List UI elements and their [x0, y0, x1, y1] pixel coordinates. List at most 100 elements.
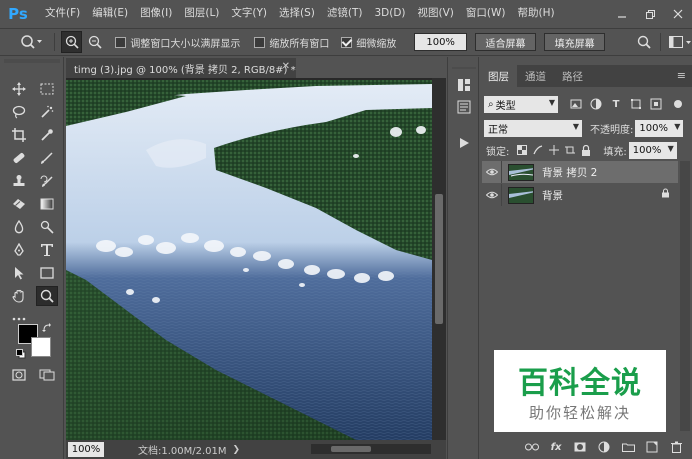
zoom-out-icon[interactable] — [84, 31, 105, 53]
properties-panel-icon[interactable] — [454, 97, 474, 117]
tab-channels[interactable]: 通道 — [517, 65, 554, 87]
lock-position-icon[interactable] — [547, 142, 561, 158]
scrubby-zoom-checkbox[interactable]: 细微缩放 — [341, 35, 396, 50]
default-colors-icon[interactable] — [16, 349, 26, 359]
tab-layers[interactable]: 图层 — [480, 65, 517, 87]
menu-help[interactable]: 帮助(H) — [512, 0, 561, 27]
quick-mask-icon[interactable] — [8, 365, 30, 385]
crop-tool-icon[interactable] — [8, 125, 30, 145]
filter-adjustment-icon[interactable] — [588, 96, 604, 112]
lock-image-icon[interactable] — [531, 142, 545, 158]
tab-close-icon[interactable]: ✕ — [282, 61, 290, 72]
background-color-swatch[interactable] — [31, 337, 51, 357]
zoom-tool-icon[interactable] — [36, 286, 58, 306]
document-tab[interactable]: timg (3).jpg @ 100% (背景 拷贝 2, RGB/8#) * … — [66, 58, 296, 78]
new-adjustment-layer-icon[interactable] — [596, 439, 612, 455]
status-menu-arrow-icon[interactable]: ❯ — [233, 445, 241, 455]
restore-icon[interactable] — [636, 0, 664, 27]
filter-toggle-icon[interactable] — [670, 96, 686, 112]
opacity-field[interactable]: 100% ▼ — [635, 119, 684, 137]
clone-stamp-tool-icon[interactable] — [8, 171, 30, 191]
rectangle-tool-icon[interactable] — [36, 263, 58, 283]
marquee-tool-icon[interactable] — [36, 79, 58, 99]
pen-tool-icon[interactable] — [8, 240, 30, 260]
play-actions-icon[interactable] — [454, 133, 474, 153]
zoom-value-field[interactable]: 100% — [414, 33, 467, 51]
layer-row[interactable]: 背景 拷贝 2 — [482, 161, 678, 183]
hand-tool-icon[interactable] — [8, 286, 30, 306]
lock-transparent-icon[interactable] — [515, 142, 529, 158]
horizontal-scrollbar[interactable] — [311, 444, 431, 454]
screen-mode-icon[interactable] — [36, 365, 58, 385]
resize-windows-checkbox[interactable]: 调整窗口大小以满屏显示 — [115, 35, 240, 50]
tab-paths[interactable]: 路径 — [554, 65, 591, 87]
swap-colors-icon[interactable] — [42, 323, 52, 333]
zoom-all-checkbox[interactable]: 缩放所有窗口 — [254, 35, 329, 50]
scrubby-zoom-box[interactable] — [341, 36, 353, 48]
separator — [660, 33, 662, 51]
document-canvas[interactable] — [66, 80, 432, 440]
document-tab-title: timg (3).jpg @ 100% (背景 拷贝 2, RGB/8#) * — [74, 64, 296, 76]
fill-field[interactable]: 100% ▼ — [628, 141, 677, 159]
menu-select[interactable]: 选择(S) — [273, 0, 321, 27]
magic-wand-tool-icon[interactable] — [36, 102, 58, 122]
filter-type-icon[interactable]: T — [608, 96, 624, 112]
filter-shape-icon[interactable] — [628, 96, 644, 112]
vertical-scroll-thumb[interactable] — [435, 194, 443, 324]
minimize-icon[interactable] — [608, 0, 636, 27]
blend-mode-select[interactable]: 正常 ▼ — [484, 119, 582, 137]
zoom-level-field[interactable]: 100% — [68, 442, 104, 457]
fill-screen-button[interactable]: 填充屏幕 — [544, 33, 606, 51]
layer-row[interactable]: 背景 — [482, 184, 678, 206]
lock-artboard-icon[interactable] — [563, 142, 577, 158]
fit-screen-button[interactable]: 适合屏幕 — [474, 33, 537, 51]
add-mask-icon[interactable] — [572, 439, 588, 455]
delete-layer-icon[interactable] — [668, 439, 684, 455]
chevron-down-icon: ▼ — [667, 143, 674, 153]
filter-pixel-icon[interactable] — [568, 96, 584, 112]
vertical-scrollbar[interactable] — [432, 78, 446, 440]
zoom-all-box[interactable] — [254, 36, 266, 48]
resize-windows-box[interactable] — [115, 36, 127, 48]
eye-icon[interactable] — [482, 184, 502, 206]
menu-filter[interactable]: 滤镜(T) — [321, 0, 369, 27]
lock-all-icon[interactable] — [579, 142, 593, 158]
eyedropper-tool-icon[interactable] — [36, 125, 58, 145]
menu-layer[interactable]: 图层(L) — [178, 0, 225, 27]
menu-type[interactable]: 文字(Y) — [225, 0, 273, 27]
workspace-icon[interactable] — [667, 31, 692, 53]
horizontal-scroll-thumb[interactable] — [331, 446, 371, 452]
close-icon[interactable] — [664, 0, 692, 27]
healing-brush-tool-icon[interactable] — [8, 148, 30, 168]
layers-scrollbar[interactable] — [680, 161, 690, 431]
new-group-icon[interactable] — [620, 439, 636, 455]
link-layers-icon[interactable] — [524, 439, 540, 455]
lasso-tool-icon[interactable] — [8, 102, 30, 122]
dodge-tool-icon[interactable] — [36, 217, 58, 237]
history-brush-tool-icon[interactable] — [36, 171, 58, 191]
menu-window[interactable]: 窗口(W) — [460, 0, 512, 27]
zoom-in-icon[interactable] — [61, 31, 83, 53]
eye-icon[interactable] — [482, 161, 502, 183]
menu-edit[interactable]: 编辑(E) — [86, 0, 134, 27]
layer-filter-select[interactable]: ⌕ 类型 ▼ — [484, 95, 558, 113]
gradient-tool-icon[interactable] — [36, 194, 58, 214]
menu-3d[interactable]: 3D(D) — [368, 0, 411, 27]
layer-style-icon[interactable]: fx — [548, 439, 564, 455]
path-selection-tool-icon[interactable] — [8, 263, 30, 283]
menu-file[interactable]: 文件(F) — [39, 0, 86, 27]
brush-tool-icon[interactable] — [36, 148, 58, 168]
eraser-tool-icon[interactable] — [8, 194, 30, 214]
zoom-tool-preset-icon[interactable] — [14, 31, 48, 53]
move-tool-icon[interactable] — [8, 79, 30, 99]
search-icon[interactable] — [633, 31, 654, 53]
toolbar-grip-icon — [4, 59, 60, 63]
filter-smart-object-icon[interactable] — [648, 96, 664, 112]
blur-tool-icon[interactable] — [8, 217, 30, 237]
new-layer-icon[interactable] — [644, 439, 660, 455]
type-tool-icon[interactable] — [36, 240, 58, 260]
panel-menu-icon[interactable]: ≡ — [677, 69, 686, 82]
history-panel-icon[interactable] — [454, 75, 474, 95]
menu-image[interactable]: 图像(I) — [134, 0, 178, 27]
menu-view[interactable]: 视图(V) — [412, 0, 460, 27]
